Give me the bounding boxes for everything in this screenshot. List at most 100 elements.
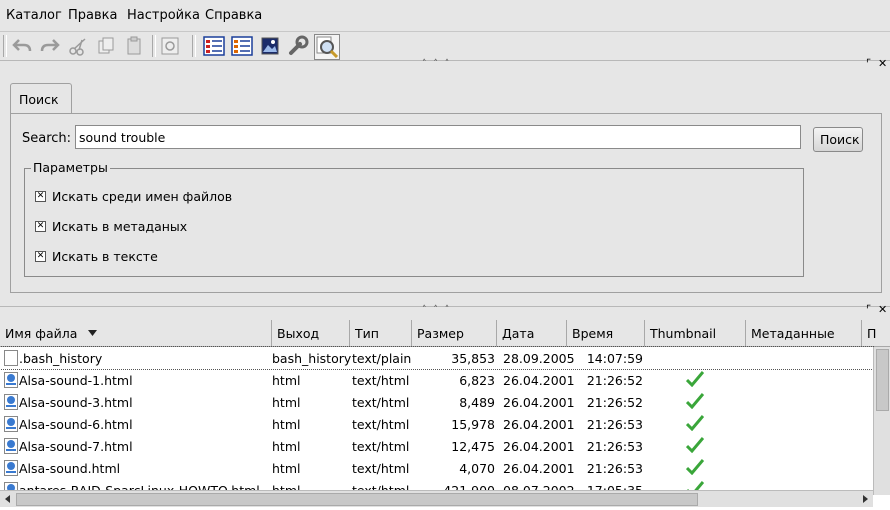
table-row[interactable]: Alsa-sound-7.html html text/html 12,475 26.0…	[0, 435, 873, 457]
sort-desc-icon	[88, 330, 97, 336]
params-group: Параметры ✕ Искать сpеди имен файлов ✕ И…	[24, 160, 804, 277]
cell-name: .bash_history	[19, 351, 103, 366]
cell-output: html	[272, 417, 301, 432]
checkbox-metadata[interactable]: ✕	[35, 221, 46, 232]
detail-view-icon[interactable]	[202, 34, 226, 58]
text-file-icon	[4, 350, 18, 366]
cell-size: 15,978	[451, 417, 495, 432]
cell-output: html	[272, 395, 301, 410]
table-row[interactable]: Alsa-sound-6.html html text/html 15,978 26.0…	[0, 413, 873, 435]
copy-icon[interactable]	[94, 34, 118, 58]
search-label: Search:	[22, 131, 72, 146]
dock-bar-results: ˄ ˄ ˄ ⌜ ✕	[0, 303, 890, 317]
tab-search[interactable]: Поиск	[10, 83, 72, 114]
cell-name: Alsa-sound-3.html	[19, 395, 133, 410]
cell-type: text/html	[352, 461, 410, 476]
column-header-metadata[interactable]: Метаданные	[746, 320, 862, 346]
cell-type: text/html	[352, 395, 410, 410]
cell-time: 21:26:53	[586, 417, 643, 432]
menu-catalog[interactable]: Каталог	[6, 8, 62, 23]
cell-size: 4,070	[459, 461, 495, 476]
cell-name: Alsa-sound.html	[19, 461, 121, 476]
toolbar	[0, 31, 890, 60]
cell-type: text/html	[352, 439, 410, 454]
column-header-output[interactable]: Выход	[272, 320, 350, 346]
dock-grip[interactable]: ˄ ˄ ˄	[422, 305, 451, 315]
search-icon[interactable]	[314, 34, 340, 60]
paste-icon[interactable]	[122, 34, 146, 58]
cell-size: 12,475	[451, 439, 495, 454]
dock-restore-icon[interactable]: ⌜	[866, 57, 871, 70]
dock-close-icon[interactable]: ✕	[878, 303, 887, 316]
cell-size: 35,853	[451, 351, 495, 366]
table-row[interactable]: Alsa-sound-1.html html text/html 6,823 26.04…	[0, 369, 873, 391]
checkbox-text[interactable]: ✕	[35, 251, 46, 262]
dock-close-icon[interactable]: ✕	[878, 57, 887, 70]
cell-name: Alsa-sound-7.html	[19, 439, 133, 454]
menu-settings[interactable]: Настройка	[127, 8, 200, 23]
table-header: Имя файла Выход Тип Размер Дата Время Th…	[0, 320, 890, 347]
cell-name: Alsa-sound-1.html	[19, 373, 133, 388]
html-file-icon	[4, 460, 18, 476]
cell-size: 8,489	[459, 395, 495, 410]
column-header-type[interactable]: Тип	[350, 320, 412, 346]
cell-time: 21:26:52	[586, 373, 643, 388]
list-view-icon[interactable]	[230, 34, 254, 58]
checkmark-icon	[686, 437, 704, 453]
cell-output: bash_history	[272, 351, 352, 366]
search-button[interactable]: Поиск	[813, 127, 863, 152]
option-filenames[interactable]: ✕ Искать сpеди имен файлов	[35, 189, 232, 204]
search-input[interactable]	[75, 125, 801, 149]
column-header-time[interactable]: Время	[567, 320, 645, 346]
search-panel: Поиск Search: Поиск Параметры ✕ Искать с…	[0, 71, 890, 296]
scrollbar-thumb[interactable]	[16, 493, 698, 506]
column-header-size[interactable]: Размер	[412, 320, 497, 346]
menu-bar: Каталог Правка Настройка Справка	[0, 0, 890, 30]
cut-icon[interactable]	[66, 34, 90, 58]
dock-restore-icon[interactable]: ⌜	[866, 303, 871, 316]
find-icon[interactable]	[158, 34, 182, 58]
column-header-name[interactable]: Имя файла	[0, 320, 272, 346]
cell-time: 21:26:53	[586, 439, 643, 454]
cell-time: 21:26:52	[586, 395, 643, 410]
table-row[interactable]: Alsa-sound-3.html html text/html 8,489 26.04…	[0, 391, 873, 413]
menu-help[interactable]: Справка	[205, 8, 262, 23]
checkmark-icon	[686, 415, 704, 431]
settings-icon[interactable]	[286, 34, 310, 58]
cell-output: html	[272, 439, 301, 454]
checkbox-filenames[interactable]: ✕	[35, 191, 46, 202]
column-header-thumbnail[interactable]: Thumbnail	[645, 320, 746, 346]
cell-type: text/html	[352, 373, 410, 388]
dock-grip[interactable]: ˄ ˄ ˄	[422, 59, 451, 69]
image-view-icon[interactable]	[258, 34, 282, 58]
scroll-left-icon[interactable]	[4, 495, 12, 503]
vertical-scrollbar[interactable]	[873, 347, 890, 495]
option-label: Искать в тексте	[52, 249, 158, 264]
toolbar-handle[interactable]	[3, 35, 7, 57]
cell-time: 21:26:53	[586, 461, 643, 476]
cell-type: text/html	[352, 417, 410, 432]
option-text[interactable]: ✕ Искать в тексте	[35, 249, 158, 264]
scrollbar-thumb[interactable]	[876, 349, 889, 411]
cell-time: 14:07:59	[586, 351, 643, 366]
column-header-more[interactable]: П	[862, 320, 890, 346]
option-label: Искать сpеди имен файлов	[52, 189, 233, 204]
cell-type: text/plain	[352, 351, 412, 366]
cell-output: html	[272, 461, 301, 476]
results-table: Имя файла Выход Тип Размер Дата Время Th…	[0, 320, 890, 510]
menu-edit[interactable]: Правка	[68, 8, 117, 23]
scroll-right-icon[interactable]	[861, 495, 869, 503]
dock-bar-top: ˄ ˄ ˄ ⌜ ✕	[0, 57, 890, 71]
checkmark-icon	[686, 393, 704, 409]
horizontal-scrollbar[interactable]	[0, 490, 873, 507]
checkmark-icon	[686, 371, 704, 387]
table-row[interactable]: .bash_history bash_history text/plain 35,85…	[0, 346, 874, 370]
html-file-icon	[4, 372, 18, 388]
undo-icon[interactable]	[10, 34, 34, 58]
column-header-date[interactable]: Дата	[497, 320, 567, 346]
html-file-icon	[4, 416, 18, 432]
redo-icon[interactable]	[38, 34, 62, 58]
checkmark-icon	[686, 459, 704, 475]
option-metadata[interactable]: ✕ Искать в метаданых	[35, 219, 187, 234]
table-row[interactable]: Alsa-sound.html html text/html 4,070 26.04.2…	[0, 457, 873, 479]
